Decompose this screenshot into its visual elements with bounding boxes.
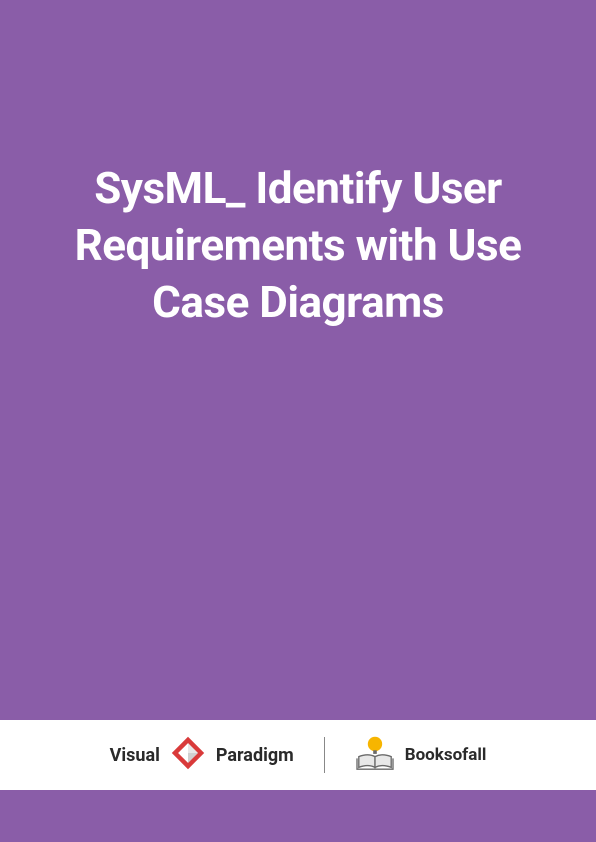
vp-diamond-icon [170,735,206,775]
title-area: SysML_ Identify User Requirements with U… [0,0,596,842]
vp-prefix-text: Visual [110,745,160,766]
booksofall-logo: Booksofall [355,735,487,775]
booksofall-label: Booksofall [405,745,487,765]
book-lightbulb-icon [355,735,395,775]
cover-page: SysML_ Identify User Requirements with U… [0,0,596,842]
visual-paradigm-logo: Visual Paradigm [110,735,294,775]
logo-divider [324,737,325,773]
footer-band: Visual Paradigm [0,720,596,790]
vp-suffix-text: Paradigm [216,745,294,766]
document-title: SysML_ Identify User Requirements with U… [50,160,546,332]
